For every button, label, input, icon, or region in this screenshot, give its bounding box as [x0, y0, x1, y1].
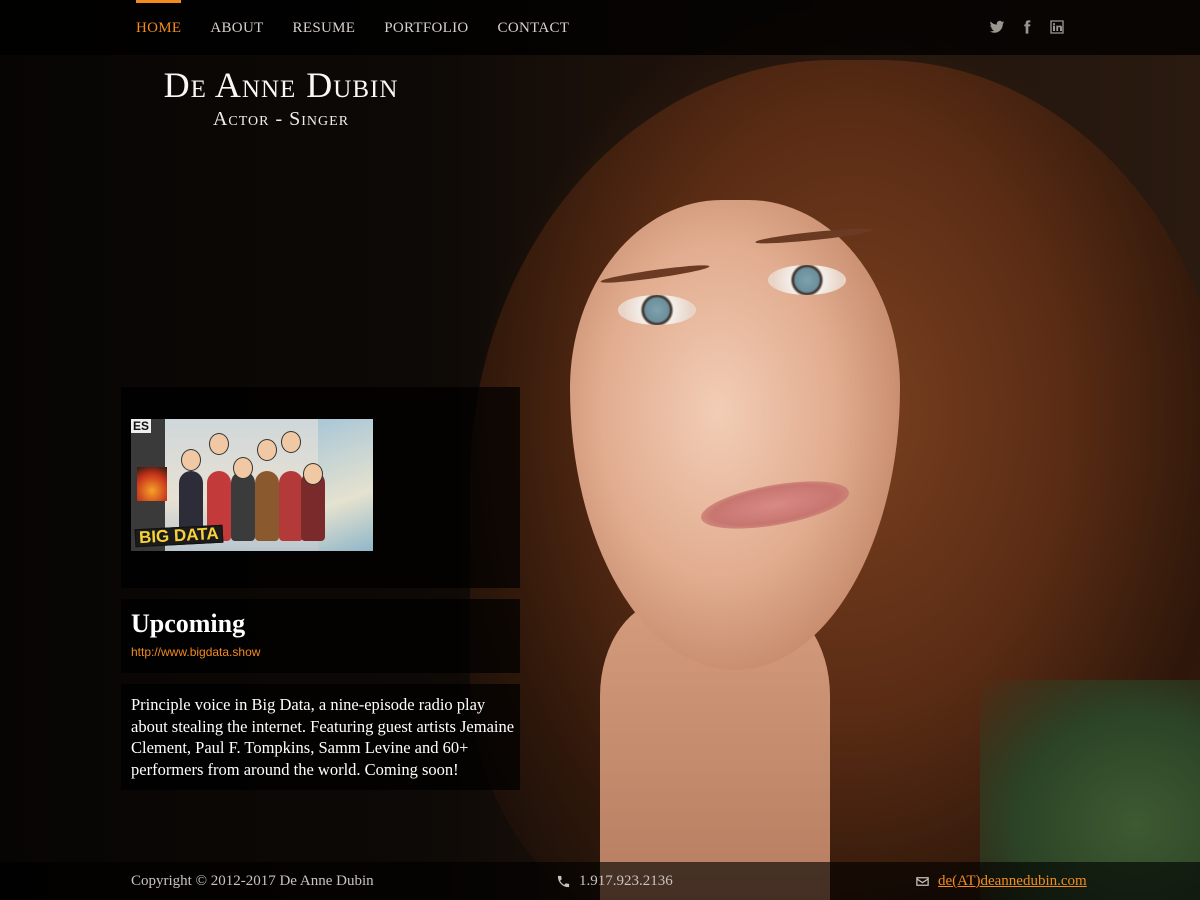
nav-contact[interactable]: CONTACT	[498, 0, 570, 55]
upcoming-panel: Upcoming http://www.bigdata.show	[121, 599, 520, 673]
envelope-icon	[916, 877, 929, 886]
site-name: De Anne Dubin	[163, 65, 399, 105]
nav-resume[interactable]: RESUME	[293, 0, 356, 55]
phone-icon	[557, 875, 570, 888]
description-panel: Principle voice in Big Data, a nine-epis…	[121, 684, 520, 790]
linkedin-icon[interactable]	[1048, 18, 1066, 36]
upcoming-description: Principle voice in Big Data, a nine-epis…	[131, 695, 515, 779]
site-tagline: Actor - Singer	[212, 108, 350, 130]
big-data-thumbnail[interactable]: ES BIG DATA	[131, 419, 373, 551]
footer: Copyright © 2012-2017 De Anne Dubin 1.91…	[0, 862, 1200, 900]
nav-portfolio[interactable]: PORTFOLIO	[384, 0, 468, 55]
nav-home[interactable]: HOME	[136, 0, 182, 55]
site-logo[interactable]: De Anne Dubin Actor - Singer	[136, 64, 426, 132]
twitter-icon[interactable]	[988, 18, 1006, 36]
upcoming-heading: Upcoming	[131, 609, 246, 638]
phone-number: 1.917.923.2136	[579, 873, 673, 889]
email-link[interactable]: de(AT)deannedubin.com	[938, 873, 1087, 890]
top-nav-bar: HOME ABOUT RESUME PORTFOLIO CONTACT	[0, 0, 1200, 55]
facebook-icon[interactable]	[1018, 18, 1036, 36]
copyright-text: Copyright © 2012-2017 De Anne Dubin	[131, 873, 374, 889]
social-links	[988, 18, 1066, 36]
email-contact: de(AT)deannedubin.com	[915, 873, 1087, 890]
thumbnail-corner-text: ES	[131, 419, 152, 433]
main-nav: HOME ABOUT RESUME PORTFOLIO CONTACT	[136, 0, 598, 55]
nav-about[interactable]: ABOUT	[210, 0, 263, 55]
bigdata-link[interactable]: http://www.bigdata.show	[131, 645, 260, 659]
featured-media-panel: ES BIG DATA	[121, 387, 520, 588]
phone-contact: 1.917.923.2136	[556, 873, 673, 890]
